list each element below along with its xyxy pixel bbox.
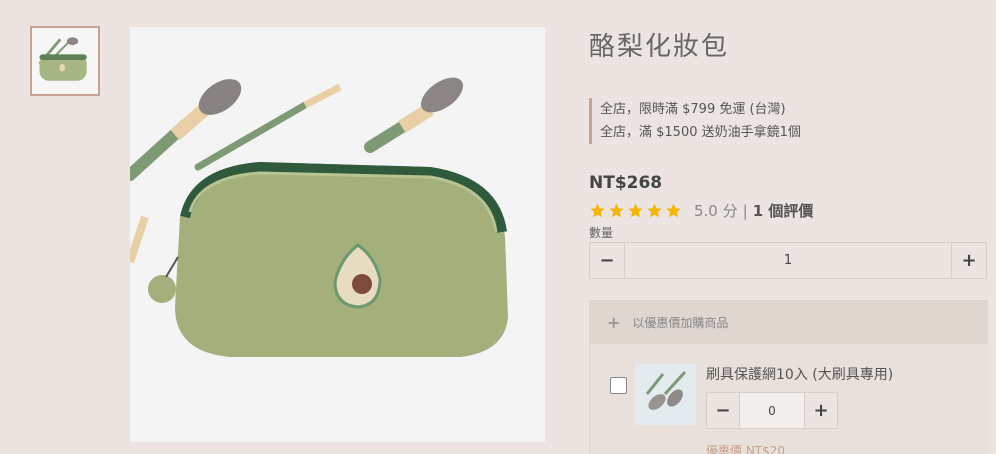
product-title: 酪梨化妝包 — [589, 32, 730, 62]
quantity-stepper: − + — [589, 242, 987, 279]
plus-icon: + — [607, 312, 621, 332]
minus-icon: − — [599, 250, 615, 271]
addon-section-toggle[interactable]: + 以優惠價加購商品 — [589, 300, 988, 344]
rating-stars — [589, 202, 682, 219]
addon-quantity-decrease-button[interactable]: − — [707, 393, 740, 428]
quantity-label: 數量 — [589, 226, 614, 240]
rating-separator: | — [742, 201, 748, 220]
addon-item-checkbox[interactable] — [610, 377, 627, 394]
promotion-item: 全店，限時滿 $799 免運 (台灣) — [600, 102, 786, 117]
quantity-increase-button[interactable]: + — [951, 243, 986, 278]
brush-guard-photo — [635, 364, 696, 425]
product-rating: 5.0 分 | 1 個評價 — [589, 200, 813, 221]
addon-quantity-stepper: − + — [706, 392, 838, 429]
product-main-image — [130, 27, 545, 442]
addon-item-name: 刷具保護網10入 (大刷具專用) — [706, 367, 894, 383]
addon-section-title: 以優惠價加購商品 — [632, 315, 729, 330]
promotion-list: 全店，限時滿 $799 免運 (台灣) 全店，滿 $1500 送奶油手拿鏡1個 — [589, 98, 969, 144]
star-icon — [666, 203, 681, 218]
star-icon — [609, 203, 624, 218]
rating-score: 5.0 分 — [694, 202, 738, 220]
addon-item: 刷具保護網10入 (大刷具專用) − + 優惠價 NT$20 — [589, 344, 988, 454]
star-icon — [647, 203, 662, 218]
minus-icon: − — [715, 400, 731, 421]
addon-item-price: 優惠價 NT$20 — [706, 444, 786, 454]
quantity-decrease-button[interactable]: − — [590, 243, 625, 278]
pouch-thumbnail-image — [32, 28, 98, 94]
plus-icon: + — [961, 250, 977, 271]
addon-quantity-increase-button[interactable]: + — [804, 393, 837, 428]
review-count-link[interactable]: 1 個評價 — [753, 200, 814, 221]
promotion-item: 全店，滿 $1500 送奶油手拿鏡1個 — [600, 125, 801, 140]
avocado-pouch-photo — [130, 27, 545, 442]
addon-quantity-input[interactable] — [740, 393, 804, 428]
product-price: NT$268 — [589, 173, 663, 193]
plus-icon: + — [813, 400, 829, 421]
quantity-input[interactable] — [625, 243, 951, 278]
product-page: 酪梨化妝包 全店，限時滿 $799 免運 (台灣) 全店，滿 $1500 送奶油… — [0, 0, 996, 454]
star-icon — [628, 203, 643, 218]
product-thumbnail[interactable] — [30, 26, 100, 96]
addon-item-image — [635, 364, 696, 425]
star-icon — [590, 203, 605, 218]
